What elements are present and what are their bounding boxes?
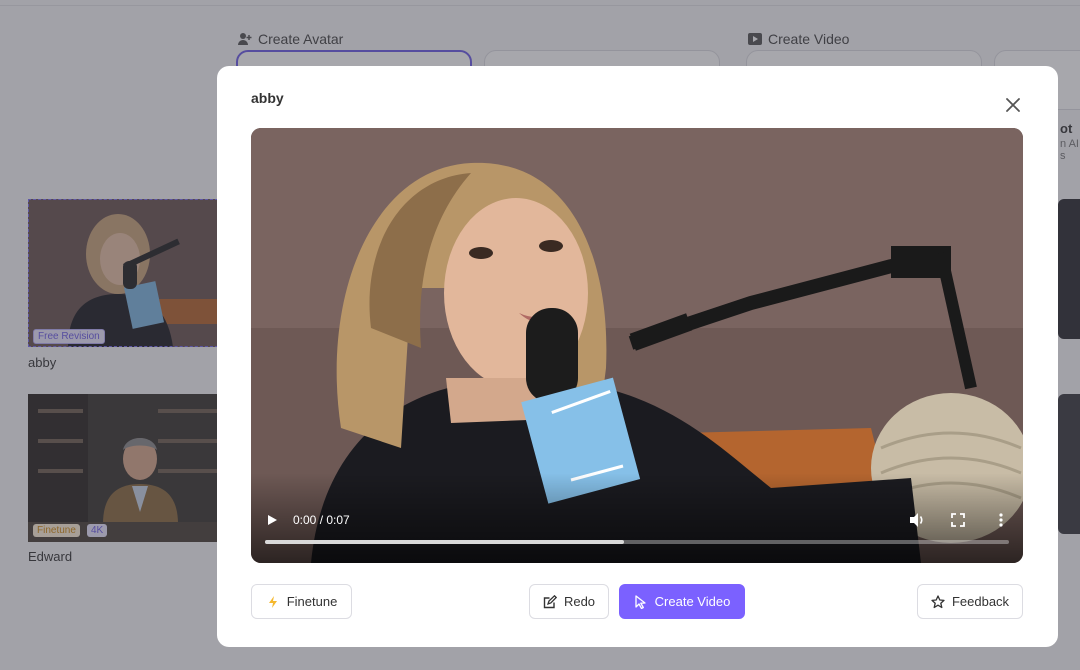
cursor-icon <box>635 594 646 609</box>
play-button[interactable] <box>265 513 279 527</box>
lightning-icon <box>268 595 277 608</box>
create-video-button[interactable]: Create Video <box>619 584 745 619</box>
more-vertical-icon <box>999 513 1003 527</box>
video-time-display: 0:00 / 0:07 <box>293 513 350 527</box>
avatar-preview-modal: abby 0:00 / 0:07 Finetune Redo Create Vi… <box>217 66 1058 647</box>
volume-icon <box>910 513 923 527</box>
more-options-button[interactable] <box>995 512 1007 528</box>
star-icon <box>931 594 945 608</box>
create-video-label: Create Video <box>654 594 731 609</box>
video-player[interactable]: 0:00 / 0:07 <box>251 128 1023 563</box>
finetune-label: Finetune <box>286 594 338 609</box>
fullscreen-icon <box>951 513 965 527</box>
close-button[interactable] <box>1003 95 1023 115</box>
redo-label: Redo <box>563 594 596 609</box>
close-icon <box>1006 98 1020 112</box>
finetune-button[interactable]: Finetune <box>251 584 352 619</box>
fullscreen-button[interactable] <box>951 513 965 527</box>
redo-button[interactable]: Redo <box>529 584 609 619</box>
volume-button[interactable] <box>908 512 926 528</box>
modal-title: abby <box>251 90 284 106</box>
edit-icon <box>543 594 557 608</box>
feedback-label: Feedback <box>951 594 1010 609</box>
play-icon <box>268 515 277 525</box>
video-progress-buffered <box>265 540 624 544</box>
feedback-button[interactable]: Feedback <box>917 584 1023 619</box>
video-progress-bar[interactable] <box>265 540 1009 544</box>
